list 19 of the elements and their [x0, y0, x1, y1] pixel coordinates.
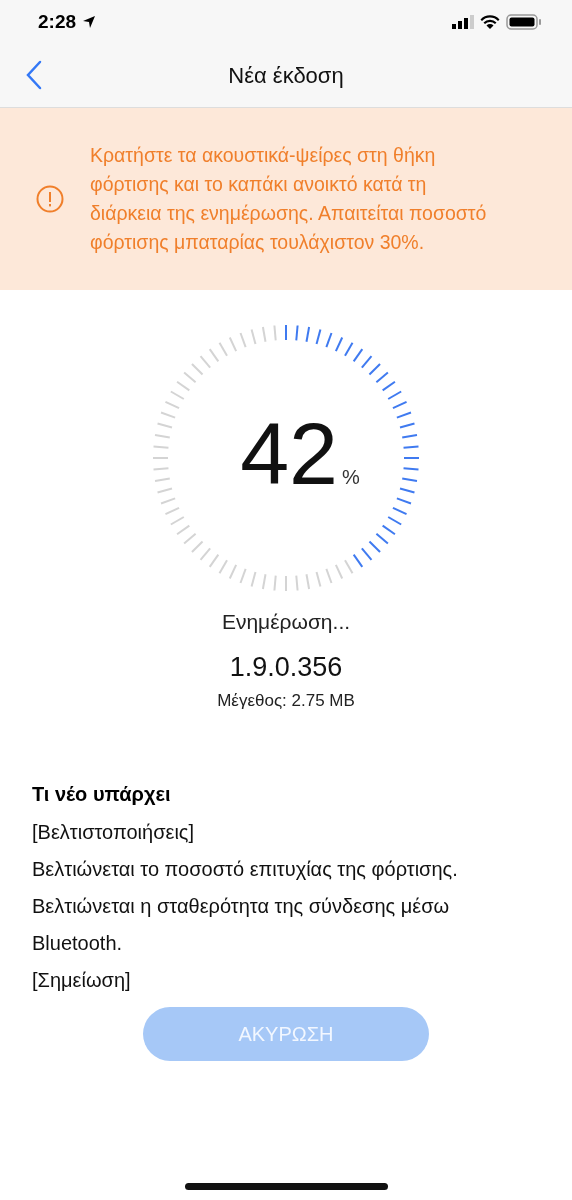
- battery-icon: [506, 14, 542, 30]
- file-size: Μέγεθος: 2.75 MB: [217, 691, 355, 711]
- screen-title: Νέα έκδοση: [228, 62, 344, 89]
- update-status: Ενημέρωση...: [221, 610, 351, 634]
- warning-icon: [36, 185, 64, 213]
- wifi-icon: [480, 15, 500, 29]
- signal-icon: [452, 15, 474, 29]
- release-note: Βελτιώνεται η σταθερότητα της σύνδεσης μέσω Bluetooth.: [32, 894, 451, 956]
- release-note: [Βελτιστοποιήσεις]: [32, 820, 196, 845]
- notice-text: Κρατήστε τα ακουστικά-ψείρες στη θήκη φόρτισης και το καπάκι ανοικτό κατά τη διάρκεια της ενημέρωσης. Απαιτείται ποσοστό φόρτισης μπαταρίας τουλάχιστον 30%.: [90, 143, 488, 255]
- status-time: 2:28: [38, 11, 77, 33]
- release-note: [Σημείωση]: [32, 968, 132, 993]
- release-note: Βελτιώνεται το ποσοστό επιτυχίας της φόρτισης.: [32, 857, 459, 882]
- percent-sign: %: [342, 466, 360, 489]
- location-arrow-icon: [82, 15, 97, 29]
- progress-value: 42: [240, 410, 339, 498]
- version-number: 1.9.0.356: [229, 652, 343, 683]
- whats-new-title: Τι νέο υπάρχει: [32, 783, 172, 806]
- back-icon[interactable]: [26, 60, 42, 90]
